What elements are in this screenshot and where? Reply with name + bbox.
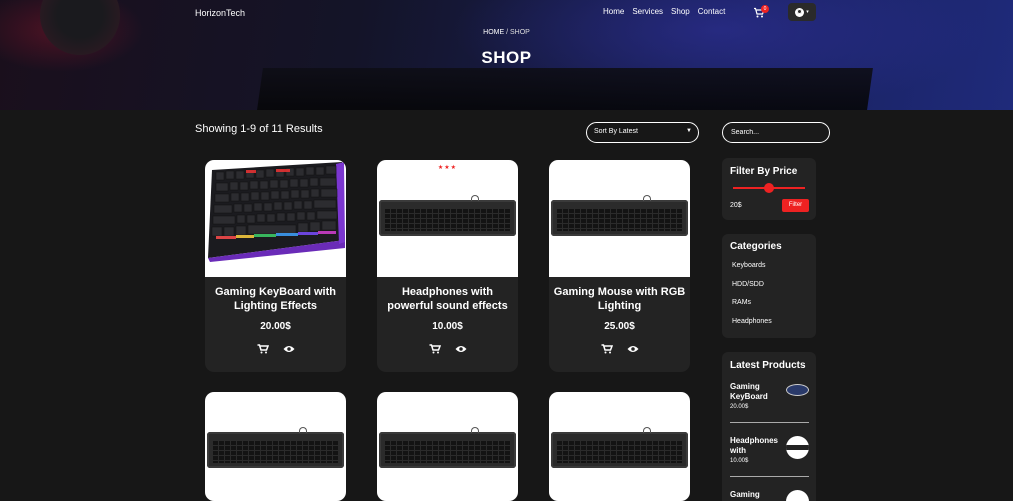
cart-count-badge: 0 [761,5,769,13]
product-image[interactable]: ★★★ [377,160,518,277]
product-price: 10.00$ [432,321,463,332]
hero-desk-shape [257,68,873,110]
sort-select-value: Sort By Latest [594,128,638,135]
product-name[interactable]: Headphones with powerful sound effects [377,285,518,313]
category-item-rams[interactable]: RAMs [732,299,751,306]
categories-title: Categories [730,241,782,252]
latest-product-name: Headphones with [730,436,779,455]
nav-link-services[interactable]: Services [632,7,663,16]
product-name[interactable]: Gaming Mouse with RGB Lighting [549,285,690,313]
category-item-headphones[interactable]: Headphones [732,318,772,325]
product-price: 20.00$ [260,321,291,332]
latest-product-name: Gaming KeyBoard [730,382,768,401]
keyboard-image [379,195,516,236]
category-item-hdd-sdd[interactable]: HDD/SDD [732,281,764,288]
results-count: Showing 1-9 of 11 Results [195,123,323,135]
product-price: 25.00$ [604,321,635,332]
latest-products-widget: Latest Products Gaming KeyBoard 20.00$ H… [722,352,816,501]
add-to-cart-icon[interactable] [429,341,441,354]
divider [730,422,809,423]
nav-link-home[interactable]: Home [603,7,624,16]
product-info: Gaming Mouse with RGB Lighting 25.00$ [549,277,690,363]
add-to-cart-icon[interactable] [257,341,269,354]
price-value: 20$ [730,202,742,209]
latest-product-thumbnail [786,436,809,459]
rating-stars: ★★★ [437,165,458,171]
divider [730,476,809,477]
product-card[interactable]: Gaming KeyBoard with Lighting Effects 20… [205,160,346,372]
latest-products-title: Latest Products [730,360,806,371]
filter-button[interactable]: Filter [782,199,809,212]
rgb-keyboard-image [208,162,345,262]
brand-logo[interactable]: HorizonTech [195,8,245,18]
search-input[interactable] [722,122,830,143]
nav-links: Home Services Shop Contact [603,7,725,16]
price-slider-handle[interactable] [764,183,774,193]
user-menu-button[interactable]: ▾ [788,3,816,21]
latest-product-item[interactable]: Gaming KeyBoard 20.00$ [730,382,809,410]
categories-widget: Categories Keyboards HDD/SDD RAMs Headph… [722,234,816,338]
product-actions [205,341,346,363]
page-title: SHOP [481,48,532,67]
product-card[interactable] [205,392,346,501]
filter-by-price-widget: Filter By Price 20$ Filter [722,158,816,220]
product-card[interactable]: Gaming Mouse with RGB Lighting 25.00$ [549,160,690,372]
user-icon [795,7,805,17]
view-icon[interactable] [627,341,639,352]
latest-product-thumbnail [786,490,809,501]
product-image[interactable] [377,392,518,501]
keyboard-image [379,427,516,468]
product-image[interactable] [205,160,346,277]
product-card[interactable] [377,392,518,501]
keyboard-image [207,427,344,468]
chevron-down-icon: ▾ [806,9,809,15]
latest-product-item[interactable]: Gaming [730,490,809,501]
keyboard-image [551,427,688,468]
add-to-cart-icon[interactable] [601,341,613,354]
product-image[interactable] [549,392,690,501]
latest-product-price: 20.00$ [730,404,749,410]
latest-product-name: Gaming [730,490,760,499]
category-item-keyboards[interactable]: Keyboards [732,262,765,269]
view-icon[interactable] [283,341,295,352]
filter-title: Filter By Price [730,166,798,177]
cart-button[interactable]: 0 [753,5,769,20]
nav-link-contact[interactable]: Contact [698,7,726,16]
latest-product-item[interactable]: Headphones with 10.00$ [730,436,809,464]
product-info: Gaming KeyBoard with Lighting Effects 20… [205,277,346,363]
product-card[interactable]: ★★★ Headphones with powerful sound effec… [377,160,518,372]
product-name[interactable]: Gaming KeyBoard with Lighting Effects [205,285,346,313]
navbar: HorizonTech Home Services Shop Contact 0… [0,0,1013,26]
product-card[interactable] [549,392,690,501]
product-info: Headphones with powerful sound effects 1… [377,277,518,363]
breadcrumb-current: SHOP [510,29,530,36]
keyboard-image [551,195,688,236]
product-actions [549,341,690,363]
breadcrumb: HOME / SHOP [0,29,1013,36]
breadcrumb-home[interactable]: HOME [483,29,504,36]
chevron-down-icon: ▼ [686,128,692,134]
sort-select[interactable]: Sort By Latest ▼ [586,122,699,143]
product-image[interactable] [205,392,346,501]
product-image[interactable] [549,160,690,277]
latest-product-thumbnail [786,384,809,396]
view-icon[interactable] [455,341,467,352]
product-actions [377,341,518,363]
nav-link-shop[interactable]: Shop [671,7,690,16]
